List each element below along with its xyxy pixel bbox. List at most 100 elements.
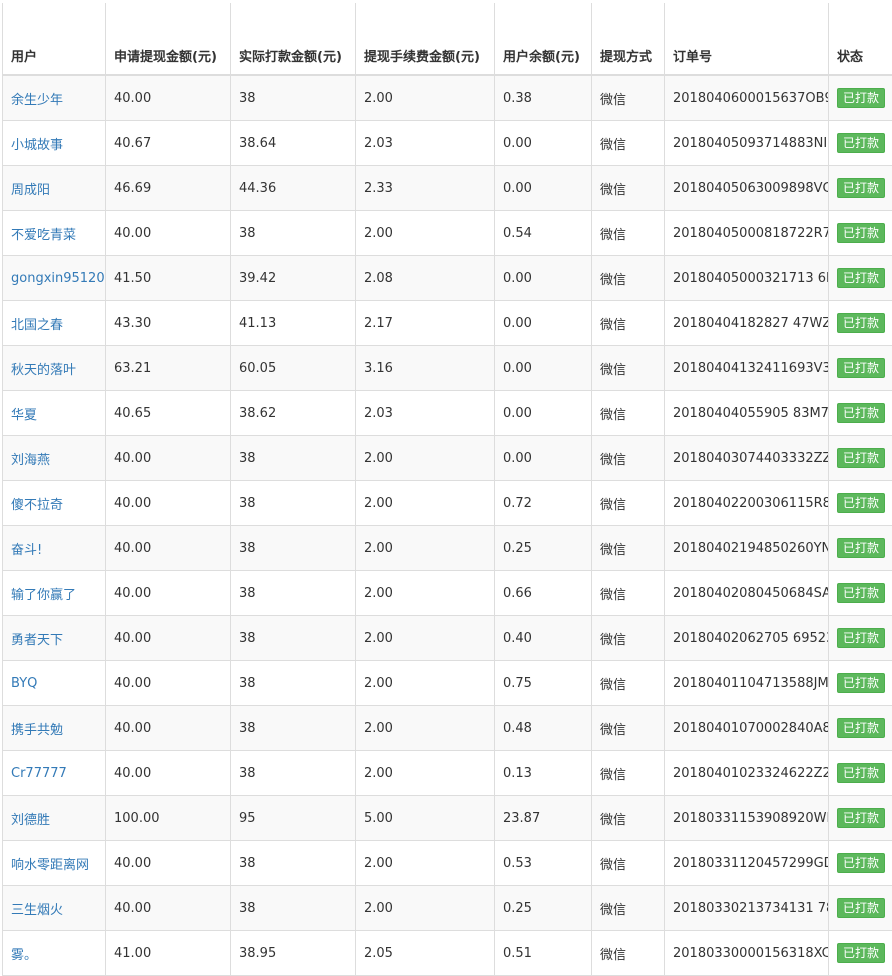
- withdrawal-table-container: 用户申请提现金额(元)实际打款金额(元)提现手续费金额(元)用户余额(元)提现方…: [2, 3, 892, 976]
- fee-amount-cell: 2.00: [356, 706, 495, 751]
- user-link[interactable]: 小城故事: [11, 138, 63, 153]
- method-cell: 微信: [592, 571, 665, 616]
- actual-amount-cell: 44.36: [231, 166, 356, 211]
- paid-status-button[interactable]: 已打款: [837, 448, 885, 468]
- paid-status-button[interactable]: 已打款: [837, 628, 885, 648]
- paid-status-button[interactable]: 已打款: [837, 583, 885, 603]
- table-row: 输了你赢了40.00382.000.66微信20180402080450684S…: [3, 571, 892, 616]
- user-link[interactable]: 周成阳: [11, 183, 50, 198]
- order-number-cell: 20180403074403332ZZU: [665, 436, 829, 481]
- balance-cell: 0.40: [495, 616, 592, 661]
- paid-status-button[interactable]: 已打款: [837, 223, 885, 243]
- paid-status-button[interactable]: 已打款: [837, 718, 885, 738]
- paid-status-button[interactable]: 已打款: [837, 358, 885, 378]
- paid-status-button[interactable]: 已打款: [837, 133, 885, 153]
- user-link[interactable]: BYQ: [11, 676, 37, 691]
- user-link[interactable]: 雾。: [11, 948, 37, 963]
- paid-status-button[interactable]: 已打款: [837, 853, 885, 873]
- actual-amount-cell: 38: [231, 526, 356, 571]
- table-row: 周成阳46.6944.362.330.00微信20180405063009898…: [3, 166, 892, 211]
- actual-amount-cell: 38: [231, 841, 356, 886]
- user-link[interactable]: 奋斗!: [11, 543, 42, 558]
- apply-amount-cell: 40.00: [106, 75, 231, 121]
- table-row: 秋天的落叶63.2160.053.160.00微信201804041324116…: [3, 346, 892, 391]
- order-number-cell: 20180401104713588JM9: [665, 661, 829, 706]
- actual-amount-cell: 38.95: [231, 931, 356, 976]
- fee-amount-cell: 2.00: [356, 436, 495, 481]
- fee-amount-cell: 2.33: [356, 166, 495, 211]
- user-link[interactable]: 刘海燕: [11, 453, 50, 468]
- paid-status-button[interactable]: 已打款: [837, 943, 885, 963]
- table-row: 勇者天下40.00382.000.40微信20180402062705 6952…: [3, 616, 892, 661]
- apply-amount-cell: 40.00: [106, 571, 231, 616]
- paid-status-button[interactable]: 已打款: [837, 493, 885, 513]
- user-link[interactable]: 傻不拉奇: [11, 498, 63, 513]
- status-cell: 已打款: [829, 256, 892, 301]
- user-link[interactable]: 北国之春: [11, 318, 63, 333]
- user-link[interactable]: 秋天的落叶: [11, 363, 76, 378]
- status-cell: 已打款: [829, 661, 892, 706]
- status-cell: 已打款: [829, 886, 892, 931]
- order-number-cell: 20180402194850260YNX: [665, 526, 829, 571]
- paid-status-button[interactable]: 已打款: [837, 673, 885, 693]
- user-link[interactable]: 余生少年: [11, 93, 63, 108]
- balance-cell: 0.53: [495, 841, 592, 886]
- method-cell: 微信: [592, 751, 665, 796]
- header-apply-amount: 申请提现金额(元): [106, 3, 231, 75]
- method-cell: 微信: [592, 931, 665, 976]
- method-cell: 微信: [592, 661, 665, 706]
- header-user: 用户: [3, 3, 106, 75]
- status-cell: 已打款: [829, 301, 892, 346]
- user-link[interactable]: gongxin951208: [11, 271, 106, 286]
- method-cell: 微信: [592, 391, 665, 436]
- fee-amount-cell: 2.00: [356, 211, 495, 256]
- method-cell: 微信: [592, 436, 665, 481]
- user-link[interactable]: 三生烟火: [11, 903, 63, 918]
- user-link[interactable]: Cr77777: [11, 766, 67, 781]
- user-cell: 响水零距离网: [3, 841, 106, 886]
- table-row: 傻不拉奇40.00382.000.72微信20180402200306115R8…: [3, 481, 892, 526]
- paid-status-button[interactable]: 已打款: [837, 268, 885, 288]
- user-cell: 小城故事: [3, 121, 106, 166]
- paid-status-button[interactable]: 已打款: [837, 763, 885, 783]
- user-link[interactable]: 不爱吃青菜: [11, 228, 76, 243]
- user-link[interactable]: 响水零距离网: [11, 858, 89, 873]
- table-body: 余生少年40.00382.000.38微信2018040600015637OB9…: [3, 75, 892, 976]
- actual-amount-cell: 38: [231, 75, 356, 121]
- paid-status-button[interactable]: 已打款: [837, 898, 885, 918]
- table-row: 三生烟火40.00382.000.25微信20180330213734131 7…: [3, 886, 892, 931]
- method-cell: 微信: [592, 841, 665, 886]
- user-cell: gongxin951208: [3, 256, 106, 301]
- table-header-row: 用户申请提现金额(元)实际打款金额(元)提现手续费金额(元)用户余额(元)提现方…: [3, 3, 892, 75]
- header-method: 提现方式: [592, 3, 665, 75]
- user-cell: 余生少年: [3, 75, 106, 121]
- status-cell: 已打款: [829, 751, 892, 796]
- fee-amount-cell: 2.05: [356, 931, 495, 976]
- status-cell: 已打款: [829, 211, 892, 256]
- user-cell: 周成阳: [3, 166, 106, 211]
- method-cell: 微信: [592, 706, 665, 751]
- status-cell: 已打款: [829, 121, 892, 166]
- fee-amount-cell: 2.00: [356, 75, 495, 121]
- paid-status-button[interactable]: 已打款: [837, 403, 885, 423]
- paid-status-button[interactable]: 已打款: [837, 808, 885, 828]
- paid-status-button[interactable]: 已打款: [837, 313, 885, 333]
- actual-amount-cell: 38: [231, 661, 356, 706]
- paid-status-button[interactable]: 已打款: [837, 88, 885, 108]
- user-link[interactable]: 勇者天下: [11, 633, 63, 648]
- paid-status-button[interactable]: 已打款: [837, 178, 885, 198]
- user-link[interactable]: 华夏: [11, 408, 37, 423]
- status-cell: 已打款: [829, 346, 892, 391]
- table-row: 小城故事40.6738.642.030.00微信2018040509371488…: [3, 121, 892, 166]
- paid-status-button[interactable]: 已打款: [837, 538, 885, 558]
- user-link[interactable]: 携手共勉: [11, 723, 63, 738]
- balance-cell: 0.00: [495, 256, 592, 301]
- status-cell: 已打款: [829, 75, 892, 121]
- user-cell: 北国之春: [3, 301, 106, 346]
- user-cell: 勇者天下: [3, 616, 106, 661]
- user-link[interactable]: 输了你赢了: [11, 588, 76, 603]
- user-cell: 傻不拉奇: [3, 481, 106, 526]
- apply-amount-cell: 40.00: [106, 841, 231, 886]
- user-link[interactable]: 刘德胜: [11, 813, 50, 828]
- order-number-cell: 20180401070002840A8F: [665, 706, 829, 751]
